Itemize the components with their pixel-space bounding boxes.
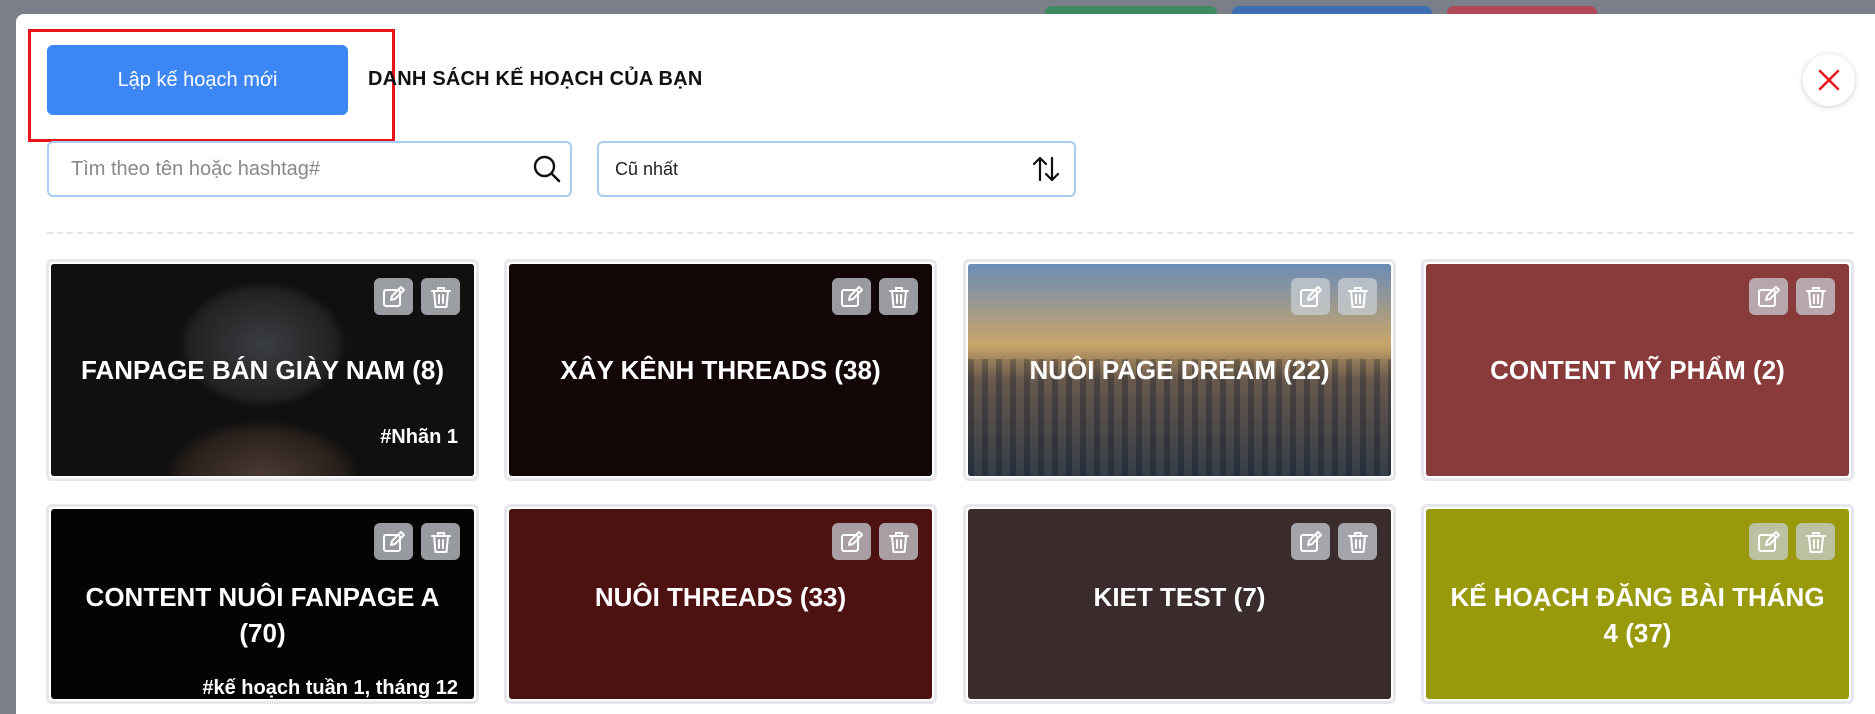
- plan-card[interactable]: FANPAGE BÁN GIÀY NAM (8) #Nhãn 1: [46, 259, 479, 481]
- search-input[interactable]: [69, 156, 532, 182]
- plan-card-cover[interactable]: NUÔI THREADS (33): [509, 509, 932, 699]
- plan-card-cover[interactable]: KIET TEST (7): [968, 509, 1391, 699]
- plan-hashtag: #kế hoạch tuần 1, tháng 12: [202, 677, 458, 699]
- plan-title: KIET TEST (7): [1093, 582, 1266, 612]
- plan-card-cover[interactable]: NUÔI PAGE DREAM (22): [968, 264, 1391, 476]
- plan-title: NUÔI THREADS (33): [594, 582, 847, 612]
- close-icon: [1818, 69, 1840, 91]
- plan-card[interactable]: NUÔI PAGE DREAM (22): [963, 259, 1396, 481]
- plan-card-cover[interactable]: FANPAGE BÁN GIÀY NAM (8) #Nhãn 1: [51, 264, 474, 476]
- plan-card[interactable]: KIET TEST (7): [963, 504, 1396, 704]
- plan-hashtag: #Nhãn 1: [380, 426, 458, 448]
- highlight-annotation-box: [28, 29, 395, 142]
- plan-card-cover[interactable]: CONTENT NUÔI FANPAGE A (70) #kế hoạch tuầ…: [51, 509, 474, 699]
- sort-value: Cũ nhất: [615, 158, 679, 179]
- plan-card-cover[interactable]: KẾ HOẠCH ĐĂNG BÀI THÁNG 4 (37): [1426, 509, 1849, 699]
- section-divider: [47, 232, 1853, 234]
- plan-title: NUÔI PAGE DREAM (22): [1029, 355, 1330, 385]
- page-title: DANH SÁCH KẾ HOẠCH CỦA BẠN: [368, 68, 703, 90]
- plan-card-cover[interactable]: CONTENT MỸ PHẨM (2): [1426, 264, 1849, 476]
- search-field: [47, 141, 572, 197]
- plan-card[interactable]: KẾ HOẠCH ĐĂNG BÀI THÁNG 4 (37): [1421, 504, 1854, 704]
- plan-title: KẾ HOẠCH ĐĂNG BÀI THÁNG 4 (37): [1450, 582, 1825, 648]
- plan-title: XÂY KÊNH THREADS (38): [560, 355, 881, 385]
- plan-card[interactable]: XÂY KÊNH THREADS (38): [504, 259, 937, 481]
- sort-arrows-icon: [1032, 156, 1060, 182]
- plan-card[interactable]: CONTENT MỸ PHẨM (2): [1421, 259, 1854, 481]
- plan-card[interactable]: CONTENT NUÔI FANPAGE A (70) #kế hoạch tuầ…: [46, 504, 479, 704]
- plan-title: CONTENT NUÔI FANPAGE A (70): [85, 582, 440, 648]
- sort-select[interactable]: Cũ nhất: [597, 141, 1076, 197]
- plan-card[interactable]: NUÔI THREADS (33): [504, 504, 937, 704]
- plan-title: CONTENT MỸ PHẨM (2): [1490, 355, 1785, 385]
- search-icon[interactable]: [532, 154, 562, 184]
- close-button[interactable]: [1803, 54, 1855, 106]
- plan-card-cover[interactable]: XÂY KÊNH THREADS (38): [509, 264, 932, 476]
